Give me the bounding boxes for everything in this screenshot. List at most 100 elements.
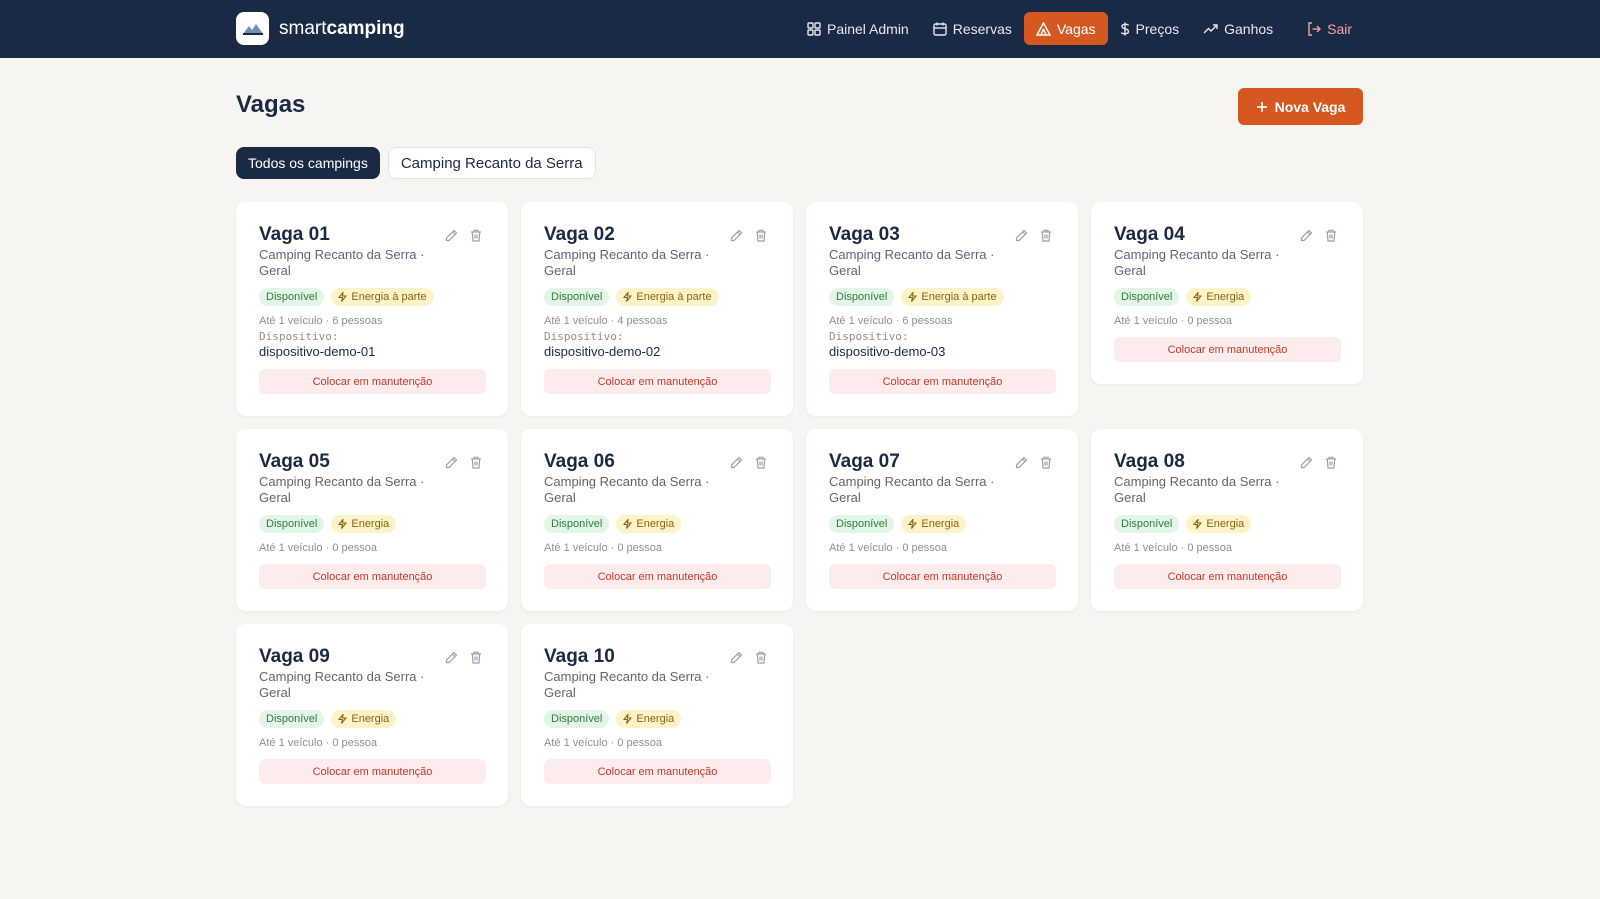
nav-label: Preços [1135, 20, 1180, 37]
energy-label: Energia à parte [351, 291, 427, 303]
vaga-tags: Disponível Energia [544, 710, 771, 728]
bolt-icon [338, 292, 349, 302]
maintenance-button[interactable]: Colocar em manutenção [544, 564, 771, 589]
trash-icon[interactable] [755, 651, 767, 664]
vaga-tags: Disponível Energia à parte [829, 288, 1056, 306]
filter-recanto-da-serra[interactable]: Camping Recanto da Serra [387, 147, 596, 179]
vaga-category: Geral [829, 263, 861, 278]
vaga-tags: Disponível Energia [259, 710, 486, 728]
calendar-icon [933, 22, 947, 36]
bolt-icon [623, 714, 634, 724]
edit-icon[interactable] [1015, 456, 1028, 469]
vaga-capacity: Até 1 veículo · 4 pessoas [544, 315, 668, 327]
trash-icon[interactable] [755, 456, 767, 469]
maintenance-button[interactable]: Colocar em manutenção [544, 759, 771, 784]
edit-icon[interactable] [1015, 229, 1028, 242]
status-badge: Disponível [544, 710, 610, 728]
nav-label: Ganhos [1224, 20, 1274, 37]
nav-painel-admin[interactable]: Painel Admin [795, 12, 921, 45]
vaga-camping-name: Camping Recanto da Serra · [259, 247, 425, 262]
card-actions [433, 229, 482, 242]
maintenance-button[interactable]: Colocar em manutenção [1114, 337, 1341, 362]
vaga-card: Vaga 02 Camping Recanto da Serra · Geral Di… [521, 202, 793, 416]
vaga-capacity: Até 1 veículo · 6 pessoas [829, 315, 953, 327]
nav-ganhos[interactable]: Ganhos [1191, 12, 1285, 45]
trash-icon[interactable] [755, 229, 767, 242]
maintenance-button[interactable]: Colocar em manutenção [259, 759, 486, 784]
card-actions [718, 229, 767, 242]
energy-label: Energia [921, 518, 960, 530]
edit-icon[interactable] [445, 229, 458, 242]
vaga-camping-name: Camping Recanto da Serra · [829, 247, 995, 262]
trash-icon[interactable] [470, 229, 482, 242]
plus-icon [1256, 101, 1267, 112]
vaga-category: Geral [544, 263, 576, 278]
bolt-icon [623, 292, 634, 302]
maintenance-button[interactable]: Colocar em manutenção [259, 564, 486, 589]
energy-badge: Energia à parte [331, 288, 434, 306]
edit-icon[interactable] [730, 651, 743, 664]
vaga-card: Vaga 01 Camping Recanto da Serra · Geral Di… [236, 202, 508, 416]
nav-label: Vagas [1056, 20, 1096, 37]
edit-icon[interactable] [1300, 456, 1313, 469]
edit-icon[interactable] [730, 229, 743, 242]
status-badge: Disponível [544, 288, 610, 306]
edit-icon[interactable] [445, 651, 458, 664]
edit-icon[interactable] [730, 456, 743, 469]
energy-badge: Energia [1186, 288, 1252, 306]
bolt-icon [1193, 292, 1204, 302]
bolt-icon [908, 292, 919, 302]
trash-icon[interactable] [1040, 229, 1052, 242]
top-bar: smartcamping Painel Admin Reservas Vagas… [0, 0, 1600, 58]
nav-precos[interactable]: Preços [1108, 12, 1192, 45]
vaga-camping-name: Camping Recanto da Serra · [829, 474, 995, 489]
maintenance-button[interactable]: Colocar em manutenção [829, 369, 1056, 394]
card-actions [433, 456, 482, 469]
new-vaga-label: Nova Vaga [1274, 98, 1346, 115]
vaga-tags: Disponível Energia [544, 515, 771, 533]
new-vaga-button[interactable]: Nova Vaga [1238, 88, 1363, 125]
vaga-camping-name: Camping Recanto da Serra · [1114, 247, 1280, 262]
vaga-category: Geral [259, 490, 291, 505]
trash-icon[interactable] [1325, 229, 1337, 242]
energy-label: Energia [351, 518, 390, 530]
nav-sair[interactable]: Sair [1295, 12, 1364, 45]
trash-icon[interactable] [470, 651, 482, 664]
bolt-icon [338, 714, 349, 724]
status-badge: Disponível [259, 288, 325, 306]
trending-icon [1203, 23, 1218, 33]
energy-label: Energia [1206, 518, 1245, 530]
vaga-category: Geral [1114, 490, 1146, 505]
vaga-category: Geral [1114, 263, 1146, 278]
brand-logo[interactable]: smartcamping [236, 12, 405, 45]
status-badge: Disponível [829, 288, 895, 306]
trash-icon[interactable] [470, 456, 482, 469]
card-actions [718, 651, 767, 664]
vaga-category: Geral [259, 685, 291, 700]
vaga-capacity: Até 1 veículo · 6 pessoas [259, 315, 383, 327]
brand-name: smartcamping [279, 17, 405, 39]
status-badge: Disponível [544, 515, 610, 533]
vaga-card: Vaga 04 Camping Recanto da Serra · Geral Di… [1091, 202, 1363, 384]
maintenance-button[interactable]: Colocar em manutenção [829, 564, 1056, 589]
edit-icon[interactable] [445, 456, 458, 469]
nav-label: Sair [1327, 20, 1353, 37]
vaga-camping-name: Camping Recanto da Serra · [259, 669, 425, 684]
trash-icon[interactable] [1040, 456, 1052, 469]
filter-all-campings[interactable]: Todos os campings [236, 147, 380, 179]
vaga-card: Vaga 08 Camping Recanto da Serra · Geral Di… [1091, 429, 1363, 611]
edit-icon[interactable] [1300, 229, 1313, 242]
trash-icon[interactable] [1325, 456, 1337, 469]
maintenance-button[interactable]: Colocar em manutenção [1114, 564, 1341, 589]
vagas-grid: Vaga 01 Camping Recanto da Serra · Geral Di… [236, 202, 1364, 806]
maintenance-button[interactable]: Colocar em manutenção [544, 369, 771, 394]
maintenance-button[interactable]: Colocar em manutenção [259, 369, 486, 394]
nav-reservas[interactable]: Reservas [921, 12, 1024, 45]
nav-vagas[interactable]: Vagas [1023, 12, 1108, 45]
dollar-icon [1120, 22, 1129, 35]
vaga-card: Vaga 06 Camping Recanto da Serra · Geral Di… [521, 429, 793, 611]
device-id: dispositivo-demo-03 [829, 344, 946, 359]
energy-badge: Energia à parte [616, 288, 719, 306]
vaga-camping-name: Camping Recanto da Serra · [544, 669, 710, 684]
vaga-camping-name: Camping Recanto da Serra · [259, 474, 425, 489]
